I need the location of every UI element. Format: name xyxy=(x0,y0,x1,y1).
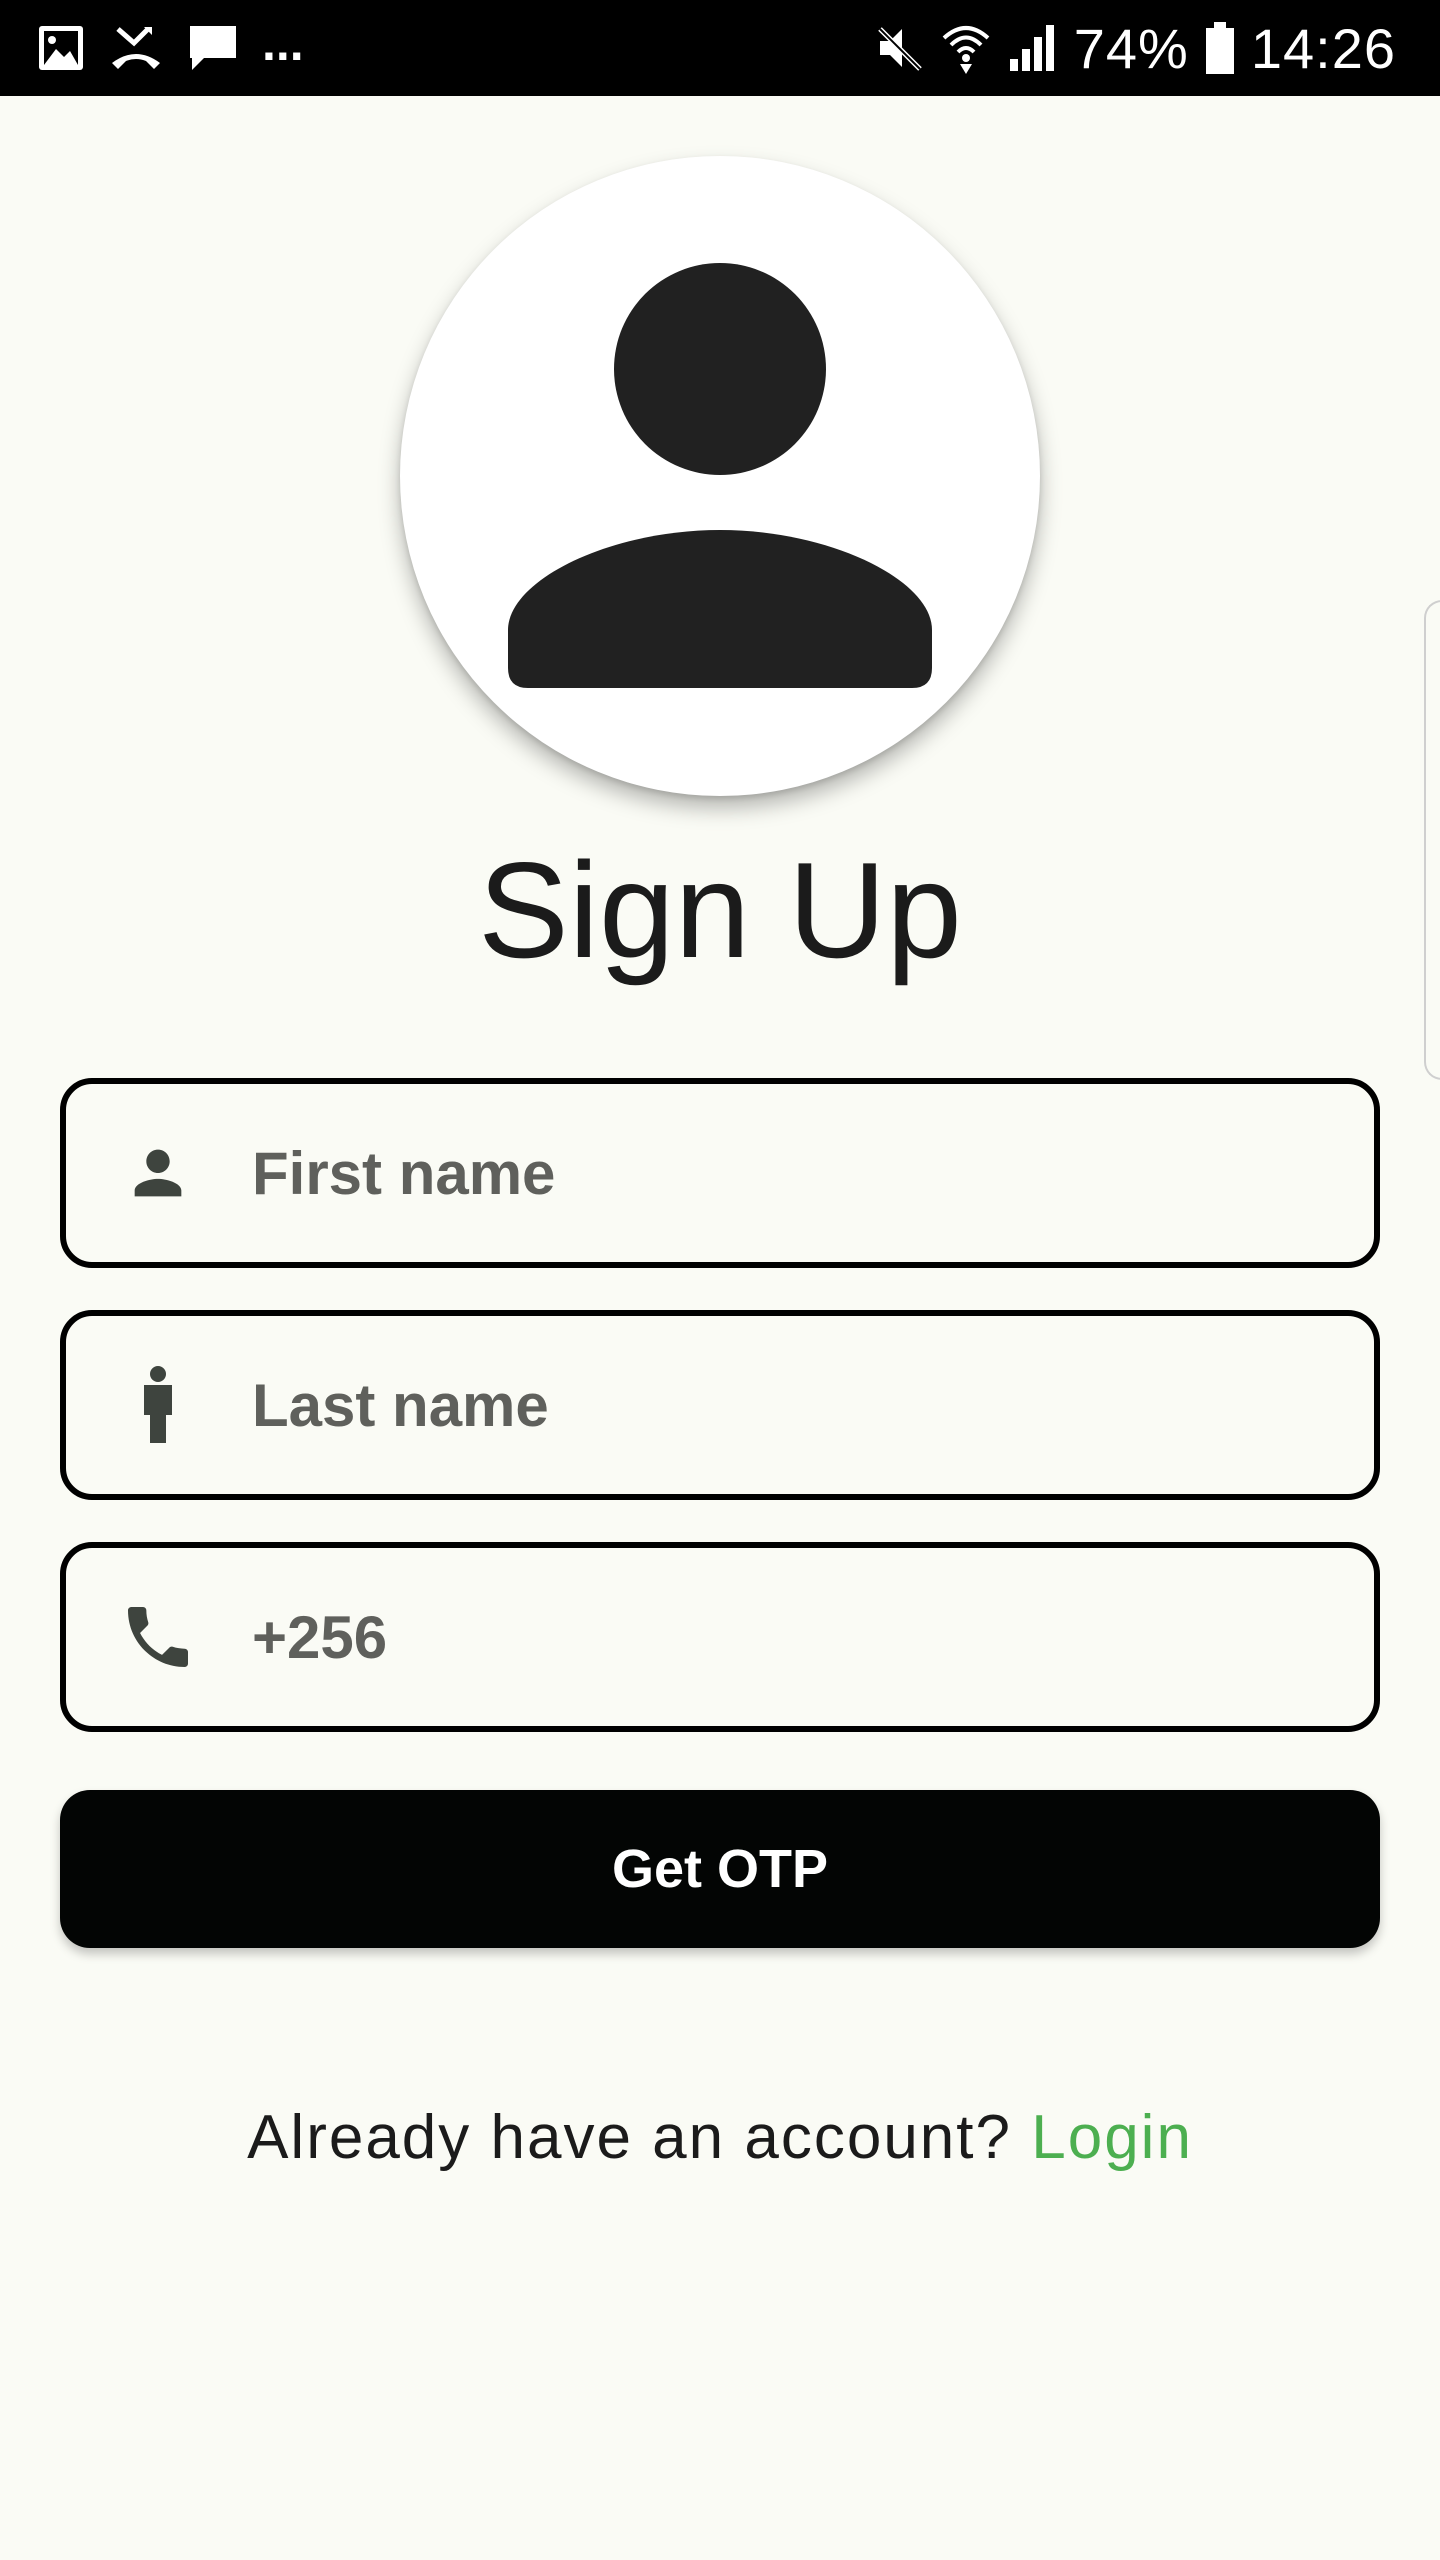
gallery-icon xyxy=(36,23,86,73)
battery-icon xyxy=(1203,20,1237,76)
edge-panel-handle[interactable] xyxy=(1424,600,1440,1080)
last-name-input[interactable] xyxy=(252,1316,1332,1494)
message-icon xyxy=(186,22,240,74)
last-name-field[interactable] xyxy=(60,1310,1380,1500)
status-bar-right: 74% 14:26 xyxy=(872,0,1396,96)
person-icon xyxy=(118,1084,198,1262)
login-link[interactable]: Login xyxy=(1031,2103,1193,2172)
get-otp-button[interactable]: Get OTP xyxy=(60,1790,1380,1948)
status-bar-left: ... xyxy=(36,0,304,96)
mute-icon xyxy=(872,21,926,75)
phone-icon xyxy=(118,1548,198,1726)
phone-field[interactable] xyxy=(60,1542,1380,1732)
signal-icon xyxy=(1006,21,1060,75)
standing-person-icon xyxy=(118,1316,198,1494)
login-prompt-text: Already have an account? xyxy=(247,2103,1032,2172)
missed-call-icon xyxy=(108,23,164,73)
notification-overflow: ... xyxy=(262,15,304,71)
first-name-field[interactable] xyxy=(60,1078,1380,1268)
phone-input[interactable] xyxy=(252,1548,1332,1726)
page-title: Sign Up xyxy=(478,834,962,986)
profile-avatar[interactable] xyxy=(400,156,1040,796)
login-prompt: Already have an account? Login xyxy=(0,2098,1440,2178)
first-name-input[interactable] xyxy=(252,1084,1332,1262)
battery-percentage: 74% xyxy=(1073,16,1189,80)
wifi-icon xyxy=(940,20,992,76)
clock: 14:26 xyxy=(1250,16,1396,80)
status-bar: ... 74% 14:26 xyxy=(0,0,1440,96)
person-avatar-icon xyxy=(508,263,932,688)
